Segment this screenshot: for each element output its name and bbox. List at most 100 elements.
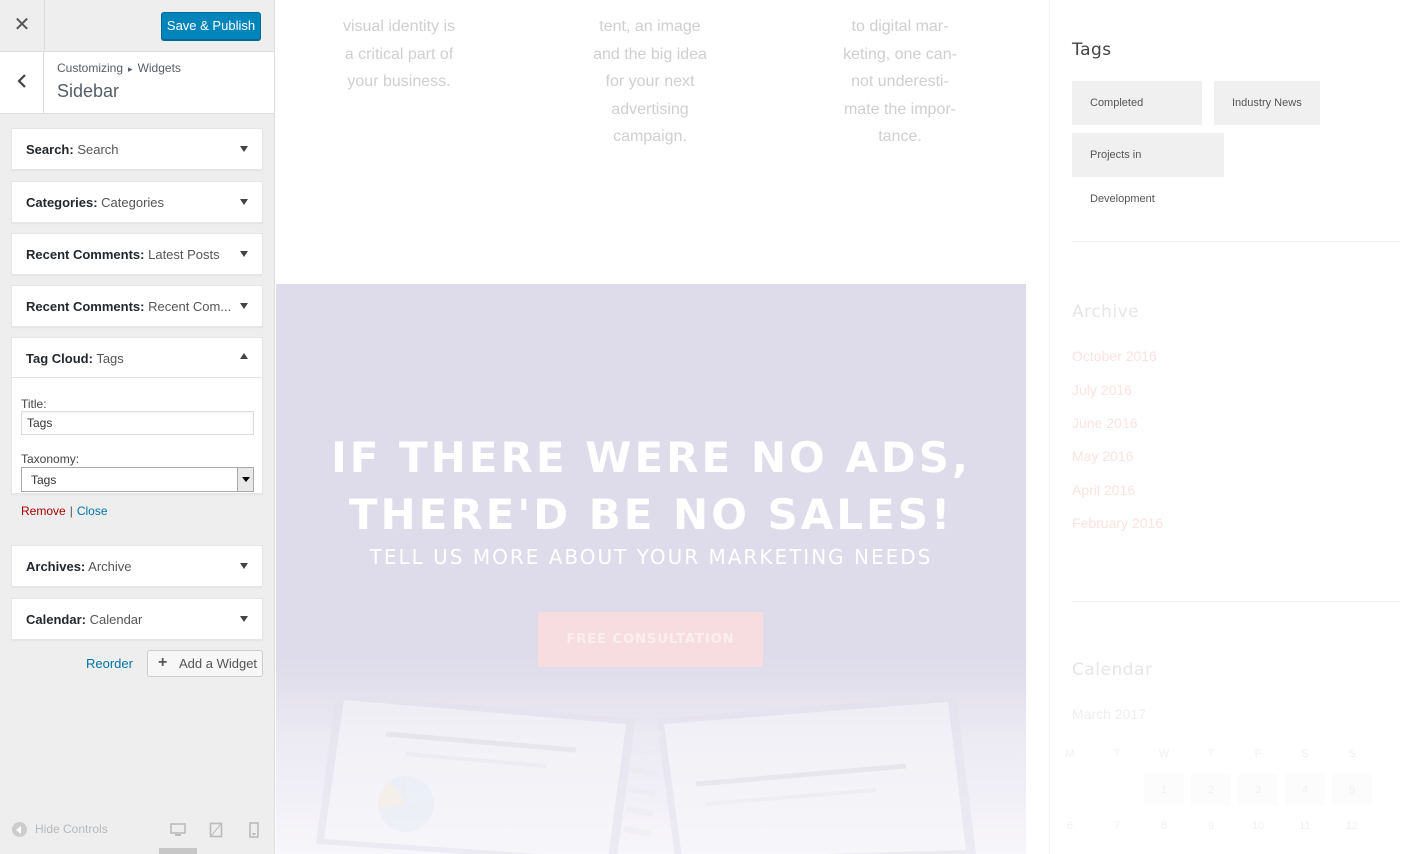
active-device-indicator xyxy=(159,848,197,854)
calendar-day: 9 xyxy=(1207,820,1215,832)
text-line: and the big idea xyxy=(593,45,707,63)
tags-heading: Tags xyxy=(1072,40,1112,60)
widget-archives: Archives: Archive xyxy=(11,545,263,587)
text-line: campaign. xyxy=(613,128,687,145)
title-input[interactable] xyxy=(21,411,254,435)
text-line: your business. xyxy=(347,73,451,90)
archive-link[interactable]: February 2016 xyxy=(1072,515,1163,531)
widget-title: Tag Cloud: Tags xyxy=(26,351,124,366)
widget-type: Recent Comments xyxy=(26,247,141,262)
text-line: not underesti- xyxy=(851,73,949,90)
tag-link[interactable]: Projects in Development xyxy=(1072,133,1224,205)
calendar-weekday: T xyxy=(1113,748,1121,760)
calendar-day: 10 xyxy=(1251,820,1265,832)
calendar-day: 12 xyxy=(1345,820,1359,832)
tablet-icon[interactable] xyxy=(209,822,223,838)
widget-title: Search: Search xyxy=(26,142,119,157)
hide-controls-button[interactable]: Hide Controls xyxy=(12,822,108,838)
chevron-left-icon xyxy=(17,74,26,88)
text-line: tent, an image xyxy=(599,18,701,35)
archive-link[interactable]: May 2016 xyxy=(1072,448,1133,464)
archive-link[interactable]: April 2016 xyxy=(1072,482,1135,498)
expand-arrow-icon[interactable] xyxy=(240,199,248,205)
breadcrumb-section: Widgets xyxy=(137,61,181,75)
widget-title: Calendar: Calendar xyxy=(26,612,143,627)
calendar-heading: Calendar xyxy=(1072,660,1153,680)
taxonomy-select[interactable]: Tags xyxy=(21,467,254,492)
widget-header[interactable]: Tag Cloud: Tags xyxy=(12,338,262,378)
reorder-link[interactable]: Reorder xyxy=(86,656,133,671)
add-widget-label: Add a Widget xyxy=(179,656,258,671)
calendar-day: 7 xyxy=(1113,820,1121,832)
select-arrow-icon[interactable] xyxy=(237,468,253,491)
calendar-day: 8 xyxy=(1160,820,1168,832)
mobile-icon[interactable] xyxy=(249,822,259,838)
widget-instance-title: Tags xyxy=(96,351,124,366)
text-line: to digital mar- xyxy=(851,18,949,35)
widget-instance-title: Categories xyxy=(101,195,165,210)
widget-header[interactable]: Recent Comments: Latest Posts xyxy=(12,234,262,274)
taxonomy-selected-value: Tags xyxy=(31,473,57,487)
widget-recent-comments-2: Recent Comments: Recent Com... xyxy=(11,285,263,327)
widget-instance-title: Calendar xyxy=(89,612,143,627)
widget-actions: Remove | Close xyxy=(21,504,108,518)
widget-header[interactable]: Recent Comments: Recent Com... xyxy=(12,286,262,326)
widget-type: Tag Cloud xyxy=(26,351,89,366)
hero-subheadline: TELL US MORE ABOUT YOUR MARKETING NEEDS xyxy=(369,545,933,569)
remove-link[interactable]: Remove xyxy=(21,504,66,518)
archive-link[interactable]: July 2016 xyxy=(1072,382,1132,398)
widget-title: Categories: Categories xyxy=(26,195,165,210)
widget-header[interactable]: Archives: Archive xyxy=(12,546,262,586)
calendar-day: 4 xyxy=(1285,774,1325,806)
widget-instance-title: Search xyxy=(77,142,119,157)
text-line: keting, one can- xyxy=(843,45,957,63)
breadcrumb-root: Customizing xyxy=(57,61,124,75)
notebook-illustration xyxy=(316,694,976,854)
text-line: tance. xyxy=(878,128,922,145)
widget-header[interactable]: Categories: Categories xyxy=(12,182,262,222)
widget-type: Search xyxy=(26,142,70,157)
add-widget-button[interactable]: + Add a Widget xyxy=(147,650,263,677)
expand-arrow-icon[interactable] xyxy=(240,563,248,569)
close-customizer-button[interactable]: ✕ xyxy=(0,0,45,52)
archive-link[interactable]: June 2016 xyxy=(1072,415,1137,431)
breadcrumb-separator: ▸ xyxy=(128,64,133,74)
close-link[interactable]: Close xyxy=(77,504,108,518)
calendar-weekday: W xyxy=(1158,748,1170,760)
expand-arrow-icon[interactable] xyxy=(240,251,248,257)
expand-arrow-icon[interactable] xyxy=(240,303,248,309)
tag-link[interactable]: Industry News xyxy=(1214,81,1320,125)
widget-type: Archives xyxy=(26,559,81,574)
collapse-arrow-icon[interactable] xyxy=(240,353,248,359)
widget-recent-comments-1: Recent Comments: Latest Posts xyxy=(11,233,263,275)
widget-header[interactable]: Calendar: Calendar xyxy=(12,599,262,639)
action-separator: | xyxy=(69,504,73,518)
desktop-icon[interactable] xyxy=(170,822,186,838)
close-icon: ✕ xyxy=(13,14,31,36)
divider xyxy=(1072,601,1400,602)
widget-instance-title: Archive xyxy=(88,559,132,574)
archive-heading: Archive xyxy=(1072,302,1140,322)
hero-headline-line: THERE'D BE NO SALES! xyxy=(348,490,954,539)
free-consultation-button[interactable]: FREE CONSULTATION xyxy=(538,612,763,667)
hero-headline-line: IF THERE WERE NO ADS, xyxy=(331,433,971,482)
widget-title: Archives: Archive xyxy=(26,559,132,574)
calendar-day: 11 xyxy=(1299,820,1311,832)
widget-header[interactable]: Search: Search xyxy=(12,129,262,169)
text-line: mate the impor- xyxy=(843,100,957,118)
archive-link[interactable]: October 2016 xyxy=(1072,348,1157,364)
widget-type: Calendar xyxy=(26,612,82,627)
expand-arrow-icon[interactable] xyxy=(240,146,248,152)
expand-arrow-icon[interactable] xyxy=(240,616,248,622)
back-button[interactable] xyxy=(0,52,44,113)
customizer-panel: ✕ Save & Publish Customizing ▸ Widgets Sid… xyxy=(0,0,275,854)
widget-title: Recent Comments: Latest Posts xyxy=(26,247,220,262)
feature-column-2-text: tent, an image and the big idea for your… xyxy=(570,13,730,151)
widget-categories: Categories: Categories xyxy=(11,181,263,223)
tag-link[interactable]: Completed Projects xyxy=(1072,81,1202,153)
save-publish-button[interactable]: Save & Publish xyxy=(161,12,261,40)
customizer-header: ✕ Save & Publish xyxy=(0,0,274,52)
blog-sidebar: Tags Completed Projects Industry News Pr… xyxy=(1049,0,1419,854)
text-line: visual identity is xyxy=(342,18,456,35)
collapse-icon xyxy=(12,822,27,838)
